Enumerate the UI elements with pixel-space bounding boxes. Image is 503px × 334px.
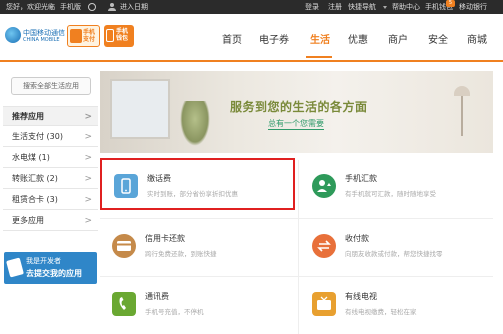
quick-nav-dropdown[interactable]: 快捷导航 — [348, 2, 376, 12]
header-divider — [0, 60, 503, 62]
sidebar-item-label: 推荐应用 — [12, 112, 44, 121]
grid-divider — [298, 160, 299, 334]
gear-icon[interactable] — [88, 3, 96, 11]
grid-divider — [100, 218, 493, 219]
sidebar-item-more[interactable]: 更多应用 > — [3, 211, 98, 231]
banner-link[interactable]: 总有一个您需要 — [268, 119, 324, 130]
nav-ecoupon[interactable]: 电子券 — [259, 31, 289, 46]
tv-icon — [312, 292, 336, 316]
mobile-wallet-logo[interactable]: 手机钱包 — [104, 25, 134, 47]
service-name: 通讯费 — [145, 292, 169, 301]
phone-icon — [6, 257, 24, 278]
developer-submit-banner[interactable]: 我是开发者 去提交我的应用 — [4, 252, 97, 284]
top-bar: 您好，欢迎光临 手机版 进入日期 登录 注册 快捷导航 帮助中心 手机钱包 5 … — [0, 0, 503, 14]
service-name: 有线电视 — [345, 292, 377, 301]
service-phone-bill[interactable]: 缴话费 实时到账，部分省份享折扣优惠 — [100, 158, 295, 210]
mobile-pay-label: 手机支付 — [83, 29, 96, 43]
chevron-down-icon[interactable] — [383, 6, 387, 9]
money-transfer-icon — [312, 174, 336, 198]
service-name: 缴话费 — [147, 174, 171, 183]
sidebar-item-label: 更多应用 — [12, 216, 44, 225]
chevron-right-icon: > — [84, 112, 92, 122]
banner-plant-graphic — [180, 101, 210, 146]
banner-window-graphic — [110, 79, 170, 139]
sidebar-item-count: (1) — [38, 153, 50, 162]
service-name: 信用卡还款 — [145, 234, 185, 243]
grid-divider — [100, 276, 493, 277]
exchange-icon — [312, 234, 336, 258]
service-credit-card[interactable]: 信用卡还款 跨行免费还款，到账快捷 — [100, 220, 295, 272]
chevron-right-icon: > — [84, 174, 92, 184]
china-mobile-logo-icon[interactable] — [5, 27, 21, 43]
service-desc: 手机号充值，不停机 — [145, 308, 204, 316]
sidebar-item-label: 租赁合卡 — [12, 195, 44, 204]
service-name: 手机汇款 — [345, 174, 377, 183]
logo-text-en: CHINA MOBILE — [23, 37, 60, 43]
nav-merchants[interactable]: 商户 — [388, 31, 408, 46]
nav-active-indicator — [306, 56, 332, 58]
mobile-pay-logo[interactable]: 手机支付 — [67, 25, 100, 47]
nav-security[interactable]: 安全 — [428, 31, 448, 46]
mobile-pay-icon — [70, 29, 82, 43]
help-center-link[interactable]: 帮助中心 — [392, 2, 420, 12]
promo-line2: 去提交我的应用 — [26, 269, 82, 278]
register-link[interactable]: 注册 — [328, 2, 342, 12]
sidebar: 搜索全部生活应用 推荐应用 > 生活支付 (30) > 水电煤 (1) > 转账… — [3, 71, 98, 334]
sidebar-item-label: 水电煤 — [12, 153, 36, 162]
sidebar-item-transfer[interactable]: 转账汇款 (2) > — [3, 169, 98, 189]
search-all-apps-button[interactable]: 搜索全部生活应用 — [11, 77, 91, 95]
chevron-right-icon: > — [84, 195, 92, 205]
sidebar-item-count: (2) — [46, 174, 58, 183]
mobile-version-link[interactable]: 手机版 — [60, 2, 81, 12]
phone-icon — [106, 29, 114, 42]
welcome-text: 您好，欢迎光临 — [6, 3, 55, 11]
mobile-wallet-label: 手机钱包 — [116, 28, 129, 42]
nav-home[interactable]: 首页 — [222, 31, 242, 46]
phone-bill-icon — [114, 174, 138, 198]
promo-line1: 我是开发者 — [26, 257, 61, 265]
sidebar-item-life-payment[interactable]: 生活支付 (30) > — [3, 127, 98, 147]
chevron-right-icon: > — [84, 216, 92, 226]
chevron-right-icon: > — [84, 153, 92, 163]
sidebar-item-count: (3) — [46, 195, 58, 204]
chevron-right-icon: > — [84, 132, 92, 142]
service-desc: 向朋友收款或付款，帮您快捷找零 — [345, 250, 443, 258]
sidebar-item-utilities[interactable]: 水电煤 (1) > — [3, 148, 98, 168]
mobile-bank-link[interactable]: 移动银行 — [459, 2, 487, 12]
chevron-down-icon[interactable] — [49, 6, 53, 9]
sidebar-item-label: 转账汇款 — [12, 174, 44, 183]
nav-offers[interactable]: 优惠 — [348, 31, 368, 46]
service-telecom[interactable]: 通讯费 手机号充值，不停机 — [100, 278, 295, 330]
service-desc: 跨行免费还款，到账快捷 — [145, 250, 217, 258]
sidebar-item-label: 生活支付 — [12, 132, 44, 141]
hero-banner: 服务到您的生活的各方面 总有一个您需要 — [100, 71, 493, 153]
sidebar-item-count: (30) — [46, 132, 63, 141]
service-desc: 有手机就可汇款，随时随地享受 — [345, 190, 436, 198]
header: 中国移动通信 CHINA MOBILE 手机支付 手机钱包 首页 电子券 生活 … — [0, 14, 503, 60]
service-collect-pay[interactable]: 收付款 向朋友收款或付款，帮您快捷找零 — [300, 220, 495, 272]
banner-title: 服务到您的生活的各方面 — [230, 100, 368, 114]
sidebar-item-recommended[interactable]: 推荐应用 > — [3, 106, 98, 126]
person-icon[interactable] — [108, 3, 116, 11]
banner-lamp-graphic — [450, 86, 474, 136]
login-link[interactable]: 登录 — [305, 2, 319, 12]
notification-badge: 5 — [446, 0, 455, 7]
service-cable-tv[interactable]: 有线电视 有线电视缴费，轻松在家 — [300, 278, 495, 330]
sidebar-item-rental-card[interactable]: 租赁合卡 (3) > — [3, 190, 98, 210]
service-desc: 实时到账，部分省份享折扣优惠 — [147, 190, 238, 198]
service-mobile-transfer[interactable]: 手机汇款 有手机就可汇款，随时随地享受 — [300, 160, 495, 212]
credit-card-icon — [112, 234, 136, 258]
service-desc: 有线电视缴费，轻松在家 — [345, 308, 417, 316]
telecom-icon — [112, 292, 136, 316]
nav-life[interactable]: 生活 — [310, 31, 330, 46]
enter-personal-link[interactable]: 进入日期 — [120, 2, 148, 12]
service-name: 收付款 — [345, 234, 369, 243]
nav-mall[interactable]: 商城 — [467, 31, 487, 46]
